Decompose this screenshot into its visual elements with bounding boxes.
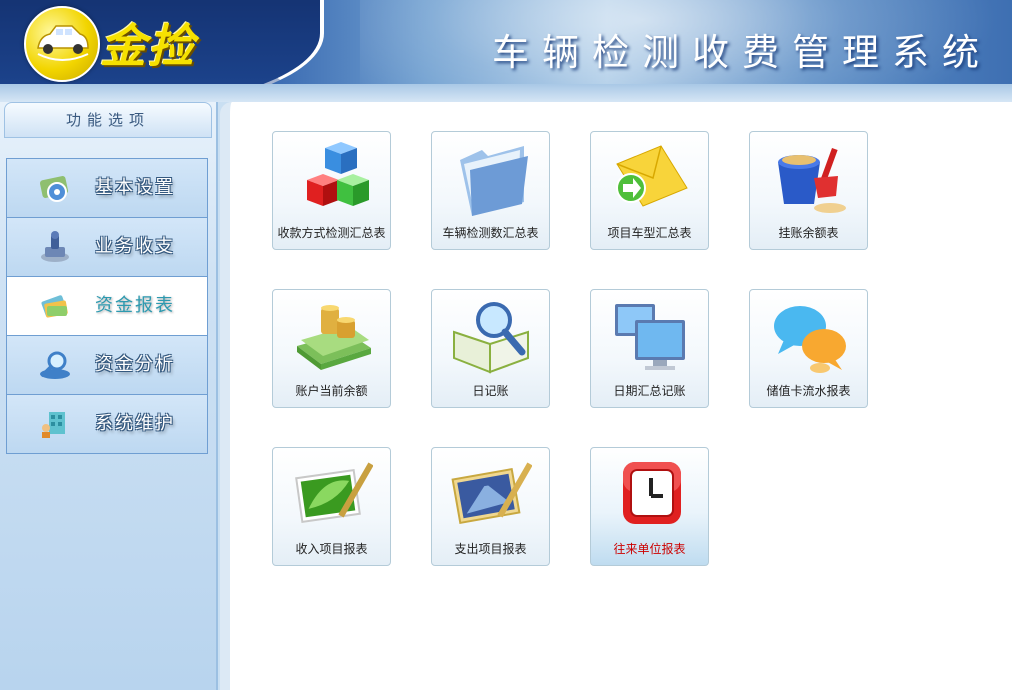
report-label: 支出项目报表 bbox=[454, 542, 527, 556]
report-tile-daily-summary[interactable]: 日期汇总记账 bbox=[590, 289, 709, 408]
sidebar-item-fund-reports[interactable]: 资金报表 bbox=[7, 277, 207, 336]
sidebar-item-label: 系统维护 bbox=[95, 413, 175, 434]
report-label: 车辆检测数汇总表 bbox=[442, 226, 539, 240]
logo-text: 金捡 bbox=[100, 19, 196, 73]
book-magnifier-icon bbox=[453, 302, 529, 374]
report-tile-journal[interactable]: 日记账 bbox=[431, 289, 550, 408]
report-label: 日期汇总记账 bbox=[613, 384, 686, 398]
stamp-icon bbox=[41, 231, 69, 262]
report-tile-credit-balance[interactable]: 挂账余额表 bbox=[749, 131, 868, 250]
report-tile-account-balance[interactable]: 账户当前余额 bbox=[272, 289, 391, 408]
sidebar-item-basic-settings[interactable]: 基本设置 bbox=[7, 159, 207, 218]
folder-icon bbox=[460, 146, 528, 216]
sidebar-item-label: 业务收支 bbox=[95, 236, 175, 257]
report-tile-income-items[interactable]: 收入项目报表 bbox=[272, 447, 391, 566]
report-tile-project-vehicle-type[interactable]: 项目车型汇总表 bbox=[590, 131, 709, 250]
sidebar-item-business[interactable]: 业务收支 bbox=[7, 218, 207, 277]
report-tile-partner-units[interactable]: 往来单位报表 bbox=[590, 447, 709, 566]
report-panel: 收款方式检测汇总表 车辆检测数汇总表 项目车型汇总表 挂账余额表 账户当前余额 … bbox=[220, 102, 1012, 690]
report-label: 收款方式检测汇总表 bbox=[277, 226, 386, 240]
books-icon bbox=[41, 295, 68, 318]
app-header: 金捡 车辆检测收费管理系统 bbox=[0, 0, 1012, 84]
header-strip bbox=[0, 84, 1012, 102]
chat-bubbles-icon bbox=[774, 306, 846, 373]
report-label: 挂账余额表 bbox=[778, 226, 839, 240]
sidebar-item-label: 基本设置 bbox=[95, 177, 175, 198]
sidebar: 功能选项 基本设置 业务收支 资金报表 资金分析 系统维护 bbox=[0, 102, 218, 690]
report-label: 日记账 bbox=[472, 384, 509, 398]
report-label: 账户当前余额 bbox=[295, 384, 368, 398]
sidebar-title: 功能选项 bbox=[4, 102, 212, 138]
clock-icon bbox=[623, 462, 681, 524]
sidebar-item-fund-analysis[interactable]: 资金分析 bbox=[7, 336, 207, 395]
car-logo-icon bbox=[24, 6, 100, 82]
gear-settings-icon bbox=[39, 176, 69, 202]
report-label: 项目车型汇总表 bbox=[607, 226, 692, 240]
report-tile-vehicle-count[interactable]: 车辆检测数汇总表 bbox=[431, 131, 550, 250]
leaf-picture-icon bbox=[295, 462, 373, 523]
report-tile-expense-items[interactable]: 支出项目报表 bbox=[431, 447, 550, 566]
magnifier-icon bbox=[40, 351, 70, 379]
envelope-arrow-icon bbox=[616, 145, 688, 207]
cubes-icon bbox=[307, 142, 369, 206]
grid-building-icon bbox=[42, 412, 65, 438]
report-label: 往来单位报表 bbox=[613, 542, 686, 556]
monitors-icon bbox=[615, 304, 685, 370]
bucket-shovel-icon bbox=[778, 147, 846, 213]
sidebar-item-label: 资金报表 bbox=[95, 295, 175, 316]
road-picture-icon bbox=[451, 462, 532, 525]
report-tile-payment-method[interactable]: 收款方式检测汇总表 bbox=[272, 131, 391, 250]
sidebar-menu: 基本设置 业务收支 资金报表 资金分析 系统维护 bbox=[6, 158, 208, 454]
report-label: 收入项目报表 bbox=[295, 542, 368, 556]
app-title: 车辆检测收费管理系统 bbox=[492, 31, 992, 74]
sidebar-item-system-maintenance[interactable]: 系统维护 bbox=[7, 395, 207, 453]
report-tile-stored-card[interactable]: 储值卡流水报表 bbox=[749, 289, 868, 408]
money-coins-icon bbox=[297, 305, 371, 370]
report-label: 储值卡流水报表 bbox=[766, 384, 851, 398]
sidebar-item-label: 资金分析 bbox=[95, 354, 175, 375]
